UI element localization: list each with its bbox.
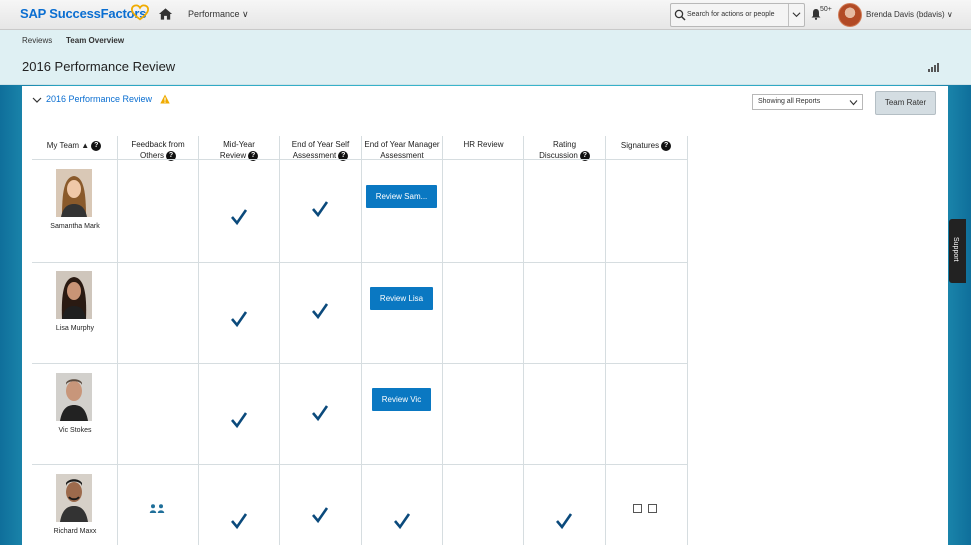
header-my-team-label: My Team ▲ [46,141,90,150]
grid-line [198,136,199,545]
header-signatures-label: Signatures [620,141,660,150]
checkmark-icon [312,507,329,524]
header-rating-line1: Rating [552,140,577,149]
grid-line [361,136,362,545]
search-icon [674,9,686,21]
filter-value: Showing all Reports [758,98,821,105]
header-eoy-manager-line1: End of Year Manager [364,140,440,149]
grid-line [442,136,443,545]
grid-line [117,136,118,545]
employee-name[interactable]: Richard Maxx [30,528,120,535]
grid-line [523,136,524,545]
header-eoy-manager: End of Year Manager Assessment [360,139,444,161]
header-feedback-line1: Feedback from [131,140,185,149]
header-feedback: Feedback from Others? [118,139,198,161]
module-menu[interactable]: Performance ∨ [188,9,249,20]
checkmark-icon [556,513,573,530]
checkmark-icon [231,209,248,226]
user-avatar[interactable] [838,3,862,27]
employee-photo[interactable] [56,271,92,319]
checkmark-icon [394,513,411,530]
help-icon[interactable]: ? [661,140,672,151]
checkmark-icon [312,201,329,218]
header-eoy-self-line1: End of Year Self [291,140,350,149]
employee-photo[interactable] [56,169,92,217]
checkmark-icon [231,513,248,530]
header-mid-year-line1: Mid-Year [223,140,255,149]
heart-logo-icon [131,4,149,21]
grid-line [32,363,688,364]
employee-name[interactable]: Samantha Mark [30,223,120,230]
header-signatures: Signatures? [605,140,687,151]
report-filter-select[interactable]: Showing all Reports [752,94,863,110]
header-my-team[interactable]: My Team ▲? [32,140,116,151]
employee-name[interactable]: Vic Stokes [30,427,120,434]
support-tab[interactable]: Support [949,219,966,283]
header-hr-review: HR Review [463,140,504,149]
employee-photo[interactable] [56,373,92,421]
page-header: 2016 Performance Review [0,50,971,85]
search-divider [788,4,789,26]
bar-chart-icon[interactable] [928,63,939,72]
help-icon[interactable]: ? [91,140,102,151]
grid-line [32,159,688,160]
search-field[interactable]: Search for actions or people [670,3,805,27]
signature-checkbox[interactable] [633,504,642,513]
review-samantha-button[interactable]: Review Sam... [366,185,437,208]
chevron-down-icon [849,100,858,106]
employee-name[interactable]: Lisa Murphy [30,325,120,332]
support-label: Support [952,237,959,262]
signature-checkbox[interactable] [648,504,657,513]
checkmark-icon [231,412,248,429]
sap-successfactors-logo[interactable]: SAP SuccessFactors [20,6,146,21]
grid-line [32,464,688,465]
search-placeholder: Search for actions or people [687,11,775,18]
section-title[interactable]: 2016 Performance Review [46,94,152,104]
chevron-down-icon[interactable] [792,10,801,19]
chevron-down-icon[interactable] [32,96,42,105]
grid-line [687,136,688,545]
header-rating: Rating Discussion? [524,139,605,161]
grid-line [279,136,280,545]
checkmark-icon [312,405,329,422]
grid-line [605,136,606,545]
employee-photo[interactable] [56,474,92,522]
people-icon[interactable] [149,504,165,513]
review-vic-button[interactable]: Review Vic [372,388,431,411]
breadcrumb-team-overview[interactable]: Team Overview [66,36,124,45]
user-menu[interactable]: Brenda Davis (bdavis) ∨ [866,10,953,19]
breadcrumb-reviews[interactable]: Reviews [22,36,52,45]
page-title: 2016 Performance Review [22,59,176,74]
header-mid-year: Mid-Year Review? [199,139,279,161]
shell-bar: SAP SuccessFactors Performance ∨ Search … [0,0,971,30]
grid-line [32,262,688,263]
header-eoy-self: End of Year Self Assessment? [280,139,361,161]
home-icon[interactable] [158,7,173,21]
review-lisa-button[interactable]: Review Lisa [370,287,433,310]
checkmark-icon [231,311,248,328]
checkmark-icon [312,303,329,320]
breadcrumb: Reviews Team Overview [0,30,971,50]
notification-count: 50+ [820,6,832,13]
team-rater-button[interactable]: Team Rater [875,91,936,115]
warning-icon [160,94,170,104]
